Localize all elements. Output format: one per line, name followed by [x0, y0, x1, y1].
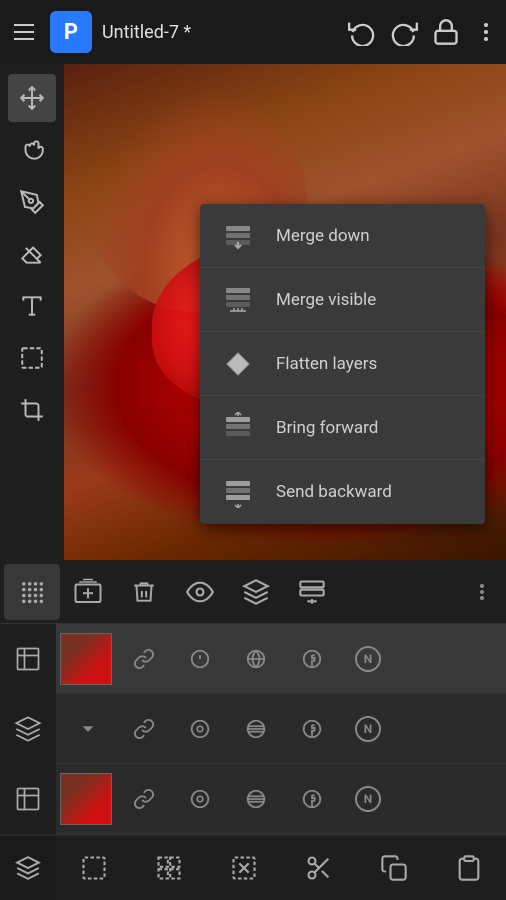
layer-1-type-icon: [0, 624, 56, 694]
merge-visible-label: Merge visible: [276, 290, 376, 310]
layers-icon-bottom: [0, 836, 56, 900]
flatten-layers-item[interactable]: Flatten layers: [200, 332, 485, 396]
more-options-button[interactable]: [474, 18, 498, 46]
undo-button[interactable]: [348, 18, 376, 46]
layers-stack-button[interactable]: [228, 564, 284, 620]
layer-3-icons: N: [116, 764, 506, 834]
bottom-action-bar: [0, 836, 506, 900]
paste-button[interactable]: [431, 836, 506, 900]
hamburger-menu[interactable]: [8, 16, 40, 48]
layer-3-thumbnail: [60, 773, 112, 825]
copy-button[interactable]: [356, 836, 431, 900]
layer-1-facebook[interactable]: [284, 624, 340, 694]
lock-icon[interactable]: [432, 18, 460, 46]
hand-tool[interactable]: [8, 126, 56, 174]
layer-3-blend-mode[interactable]: N: [340, 764, 396, 834]
bottom-actions: [56, 836, 506, 900]
layer-3-circle[interactable]: [172, 764, 228, 834]
send-backward-icon: [220, 474, 256, 510]
layer-2-type-icon: [0, 694, 56, 764]
flatten-layers-icon: [220, 346, 256, 382]
merge-down-label: Merge down: [276, 226, 370, 246]
send-backward-item[interactable]: Send backward: [200, 460, 485, 524]
merge-down-item[interactable]: Merge down: [200, 204, 485, 268]
select-all-button[interactable]: [56, 836, 131, 900]
layer-3-type-icon: [0, 764, 56, 834]
layer-2-facebook[interactable]: [284, 694, 340, 764]
layer-3-lines[interactable]: [228, 764, 284, 834]
text-tool[interactable]: [8, 282, 56, 330]
eraser-tool[interactable]: [8, 230, 56, 278]
delete-layer-button[interactable]: [116, 564, 172, 620]
context-menu: Merge down Merge visible Flatten lay: [200, 204, 485, 524]
layer-1-thumbnail: [60, 633, 112, 685]
layer-2-lines[interactable]: [228, 694, 284, 764]
merge-layers-button[interactable]: [284, 564, 340, 620]
bottom-panel: N: [0, 560, 506, 900]
layer-2-chevron[interactable]: [60, 694, 116, 764]
merge-down-icon: [220, 218, 256, 254]
selection-tool[interactable]: [8, 334, 56, 382]
bring-forward-item[interactable]: Bring forward: [200, 396, 485, 460]
layer-1-icons: N: [116, 624, 506, 694]
layer-3-link[interactable]: [116, 764, 172, 834]
bring-forward-icon: [220, 410, 256, 446]
layer-2-circle[interactable]: [172, 694, 228, 764]
send-backward-label: Send backward: [276, 482, 392, 502]
layer-toolbar: [0, 560, 506, 624]
crop-tool[interactable]: [8, 386, 56, 434]
layer-row-1[interactable]: N: [0, 624, 506, 694]
layer-2-blend-mode[interactable]: N: [340, 694, 396, 764]
top-actions: [348, 18, 498, 46]
move-tool[interactable]: [8, 74, 56, 122]
layer-1-circle[interactable]: [172, 624, 228, 694]
app-logo: P: [50, 11, 92, 53]
bring-forward-label: Bring forward: [276, 418, 378, 438]
layer-1-lines[interactable]: [228, 624, 284, 694]
layer-1-blend-mode[interactable]: N: [340, 624, 396, 694]
merge-visible-icon: [220, 282, 256, 318]
flatten-layers-label: Flatten layers: [276, 354, 377, 374]
layer-1-link[interactable]: [116, 624, 172, 694]
layer-2-icons: N: [56, 694, 506, 764]
brush-tool[interactable]: [8, 178, 56, 226]
layer-row-3[interactable]: N: [0, 764, 506, 834]
visibility-button[interactable]: [172, 564, 228, 620]
merge-visible-item[interactable]: Merge visible: [200, 268, 485, 332]
cut-button[interactable]: [281, 836, 356, 900]
layers-grid-button[interactable]: [4, 564, 60, 620]
app-title: Untitled-7 *: [102, 22, 348, 43]
deselect-button[interactable]: [206, 836, 281, 900]
layer-more-button[interactable]: [462, 564, 502, 620]
top-bar: P Untitled-7 *: [0, 0, 506, 64]
layer-row-2[interactable]: N: [0, 694, 506, 764]
left-toolbar: [0, 64, 64, 560]
layer-2-link[interactable]: [116, 694, 172, 764]
grid-button[interactable]: [131, 836, 206, 900]
add-layer-button[interactable]: [60, 564, 116, 620]
layer-3-facebook[interactable]: [284, 764, 340, 834]
redo-button[interactable]: [390, 18, 418, 46]
